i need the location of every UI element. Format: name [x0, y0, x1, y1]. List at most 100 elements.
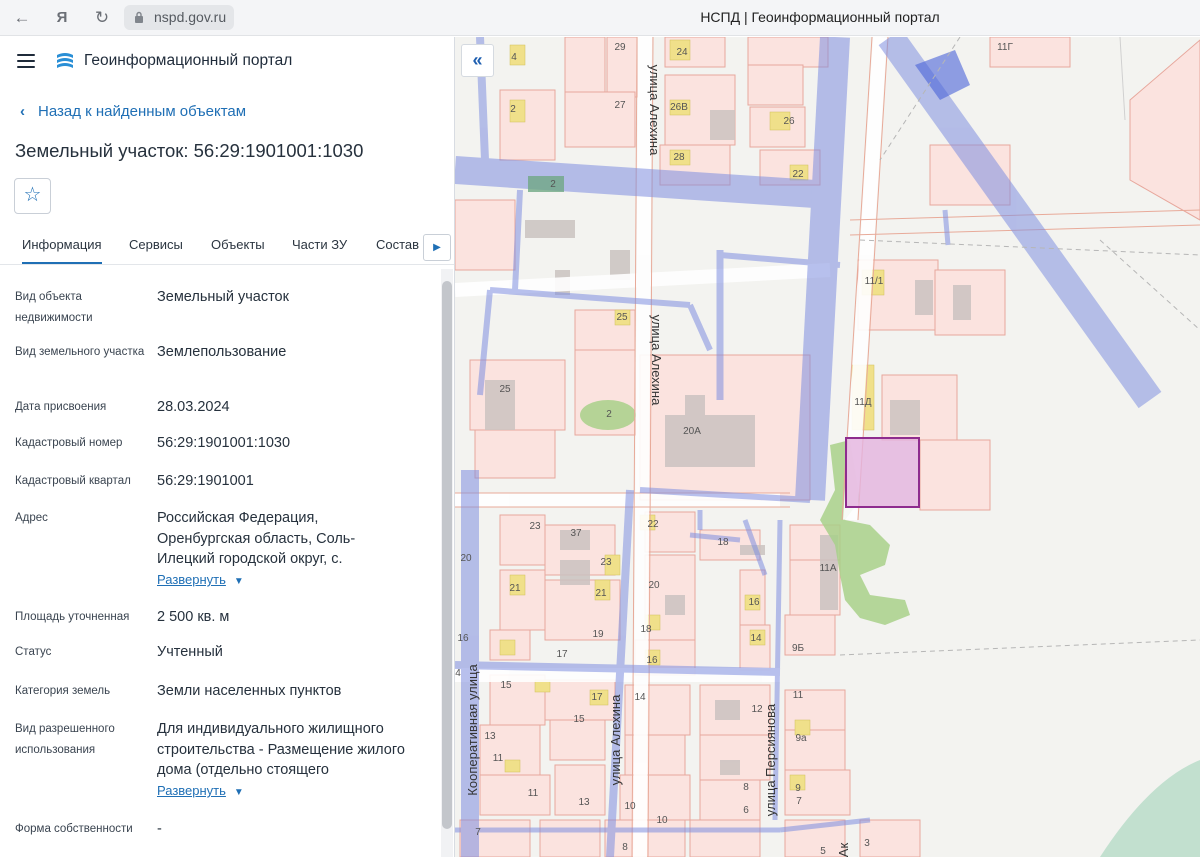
tab-objects[interactable]: Объекты	[211, 237, 265, 252]
address-bar[interactable]: nspd.gov.ru	[124, 5, 235, 30]
parcel-number-label: 11Г	[997, 42, 1013, 53]
detail-label: Адрес	[15, 512, 48, 524]
green-building	[528, 176, 564, 192]
parcel-number-label: 24	[676, 47, 688, 58]
tab-composition[interactable]: Состав	[376, 237, 419, 252]
detail-value: Землепользование	[157, 344, 287, 360]
parcel-number-label: 3	[864, 838, 870, 849]
street-name-label: улица Алехина	[647, 65, 662, 156]
tab-bar: Информация Сервисы Объекты Части ЗУ Сост…	[0, 231, 454, 265]
double-chevron-left-icon: «	[472, 50, 483, 70]
detail-label: Кадастровый квартал	[15, 475, 131, 487]
details-scrollbar-thumb[interactable]	[442, 281, 452, 829]
parcel-number-label: 12	[751, 704, 763, 715]
street-name-label: улица Алехина	[608, 694, 623, 785]
parcel-number-label: 2	[606, 409, 612, 420]
object-title: Земельный участок: 56:29:1901001:1030	[15, 140, 364, 161]
menu-icon[interactable]	[17, 54, 35, 68]
parcel-number-label: 11А	[819, 563, 836, 574]
chevron-left-icon: ‹	[20, 103, 25, 120]
chevron-down-icon: ▼	[233, 576, 244, 587]
detail-label: Вид разрешенного использования	[15, 723, 115, 756]
parcel-number-label: 7	[475, 827, 481, 838]
reload-icon[interactable]: ↻	[90, 6, 114, 30]
parcel-number-label: 20	[460, 553, 472, 564]
parcel-number-label: 8	[622, 842, 628, 853]
favorite-button[interactable]: ☆	[14, 178, 51, 214]
parcel-number-label: 10	[656, 815, 668, 826]
parcel-number-label: 23	[529, 521, 541, 532]
parcel-number-label: 15	[500, 680, 512, 691]
parcel-number-label: 16	[646, 655, 658, 666]
cadastral-map[interactable]: 29 24 4 27 26В 26 11Г 2 28 22 2 11/1 25 25 2 20А 11Д 23 37…	[455, 37, 1200, 857]
parcel-number-label: 14	[750, 633, 762, 644]
detail-label: Кадастровый номер	[15, 437, 123, 449]
parcel-number-label: 2	[510, 104, 516, 115]
detail-label: Вид объекта недвижимости	[15, 291, 93, 324]
parcel-number-label: 13	[484, 731, 496, 742]
map-canvas[interactable]: 29 24427 26В2611Г22822211/12525220А11Д2337…	[455, 37, 1200, 857]
parcel-number-label: 28	[673, 152, 685, 163]
back-to-results-link[interactable]: ‹ Назад к найденным объектам	[20, 103, 246, 120]
parcel-number-label: 25	[616, 312, 628, 323]
lock-icon	[135, 11, 143, 23]
parcel-number-label: 22	[792, 169, 804, 180]
parcel-number-label: 29	[614, 42, 626, 53]
detail-label: Форма собственности	[15, 823, 133, 835]
parcel-number-label: 13	[578, 797, 590, 808]
parcel-number-label: 22	[647, 519, 659, 530]
back-arrow-icon[interactable]: ←	[10, 6, 34, 30]
collapse-panel-button[interactable]: «	[461, 44, 494, 77]
parcel-number-label: 11/1	[865, 276, 884, 287]
parcel-number-label: 16	[748, 597, 760, 608]
yandex-icon[interactable]: Я	[50, 6, 74, 30]
sidebar-panel: Геоинформационный портал ‹ Назад к найден…	[0, 37, 455, 857]
tab-services[interactable]: Сервисы	[129, 237, 183, 252]
detail-label: Вид земельного участка	[15, 346, 145, 358]
detail-value: Для индивидуального жилищного строительс…	[157, 721, 405, 778]
detail-value: -	[157, 821, 162, 837]
detail-label: Площадь уточненная	[15, 611, 130, 623]
portal-title: Геоинформационный портал	[84, 52, 293, 69]
browser-toolbar: ← Я ↻ nspd.gov.ru НСПД | Геоинформационн…	[0, 0, 1200, 36]
parcel-number-label: 9а	[795, 733, 807, 744]
parcel-number-label: 9	[795, 783, 801, 794]
caret-right-icon: ▶	[433, 242, 441, 253]
tabs-next-button[interactable]: ▶	[423, 234, 451, 261]
street-name-label: Кооперативная улица	[465, 664, 480, 796]
tab-information[interactable]: Информация	[22, 237, 102, 264]
parcel-number-label: 21	[509, 583, 521, 594]
parcel-number-label: 6	[743, 805, 749, 816]
parcel-number-label: 26	[783, 116, 795, 127]
parcel-number-label: 18	[640, 624, 652, 635]
expand-address-link[interactable]: Развернуть ▼	[157, 572, 244, 587]
parcel-number-label: 11	[528, 788, 539, 799]
tab-parcel-parts[interactable]: Части ЗУ	[292, 237, 347, 252]
detail-label: Категория земель	[15, 685, 111, 697]
expand-label: Развернуть	[157, 783, 226, 798]
parcel-number-label: 23	[600, 557, 612, 568]
parcel-number-label: 18	[717, 537, 729, 548]
url-text: nspd.gov.ru	[154, 9, 227, 25]
parcel-number-label: 21	[595, 588, 607, 599]
parcel-number-label: 25	[499, 384, 511, 395]
parcel-number-label: 5	[820, 846, 826, 857]
expand-permitted-use-link[interactable]: Развернуть ▼	[157, 783, 244, 798]
portal-header: Геоинформационный портал	[0, 37, 454, 85]
parcel-number-label: 2	[550, 179, 556, 190]
parcel-number-label: 11	[493, 753, 504, 764]
parcel-number-label: 4	[455, 668, 461, 679]
parcel-number-label: 4	[511, 52, 517, 63]
detail-value: Российская Федерация, Оренбургская облас…	[157, 510, 356, 567]
parcel-number-label: 11	[793, 690, 804, 701]
parcel-number-label: 37	[570, 528, 582, 539]
street-name-label: улица Персиянова	[763, 703, 778, 816]
street-name-label: Ак	[836, 843, 851, 857]
detail-label: Статус	[15, 646, 52, 658]
parcel-number-label: 11Д	[854, 397, 871, 408]
detail-value: 56:29:1901001:1030	[157, 435, 291, 451]
parcel-number-label: 16	[457, 633, 469, 644]
detail-value: Земли населенных пунктов	[157, 683, 342, 699]
detail-value: 2 500 кв. м	[157, 609, 230, 625]
selected-parcel[interactable]	[845, 437, 920, 508]
